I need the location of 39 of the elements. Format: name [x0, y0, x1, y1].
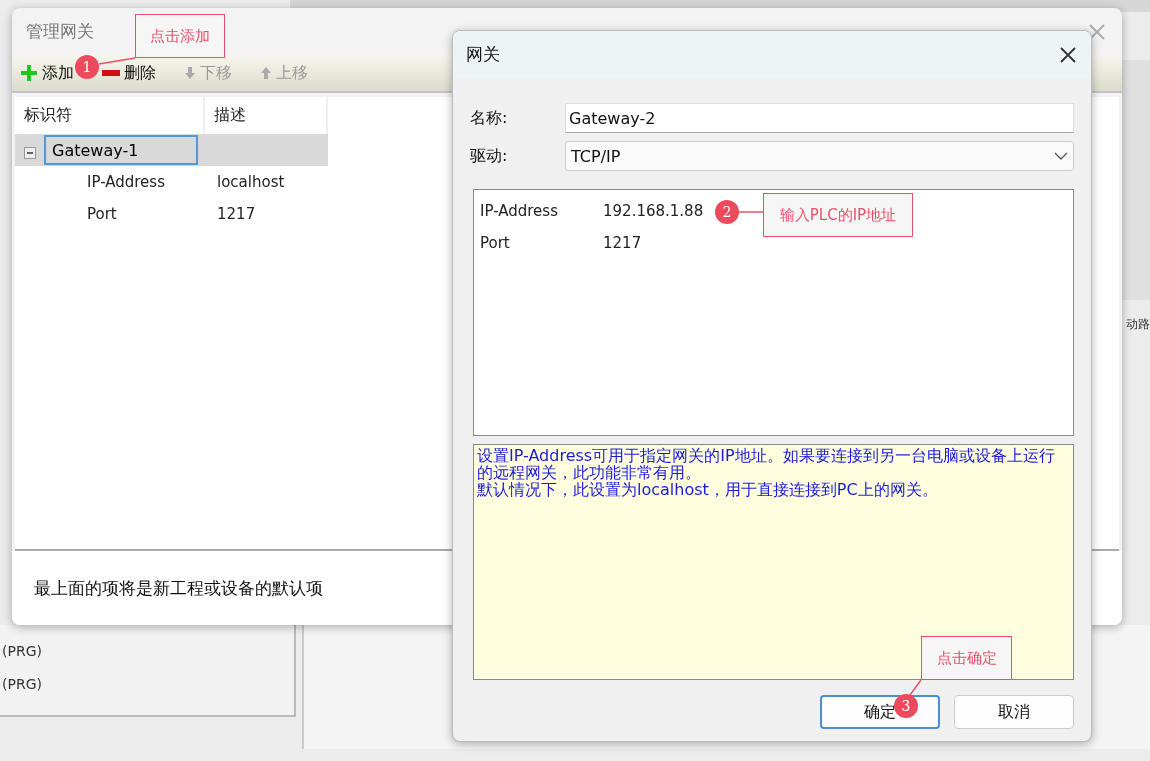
minus-icon	[102, 70, 120, 76]
tree-item-value: localhost	[217, 173, 285, 191]
tree-item-label: IP-Address	[87, 173, 166, 191]
leader-line	[739, 212, 763, 213]
field-label: 驱动:	[470, 145, 509, 167]
toolbar-button[interactable]: 删除	[102, 62, 156, 84]
help-text: 设置IP-Address可用于指定网关的IP地址。如果要连接到另一台电脑或设备上运行的远程网关，此功能非常有用。	[477, 447, 1056, 481]
leader-line	[910, 680, 921, 695]
tree-item-label: Gateway-1	[44, 135, 198, 165]
down-arrow-icon	[184, 67, 196, 79]
callout-label: 点击确定	[921, 636, 1012, 680]
collapse-icon[interactable]	[24, 147, 36, 159]
cancel-button[interactable]: 取消	[954, 695, 1074, 729]
parameter-name: Port	[480, 234, 511, 252]
window-title: 管理网关	[26, 20, 94, 43]
close-icon	[1088, 22, 1106, 41]
parameter-name: IP-Address	[480, 202, 559, 220]
dialog-title: 网关	[466, 43, 500, 66]
callout-label: 输入PLC的IP地址	[763, 193, 913, 237]
panel-text: 动路	[1126, 316, 1150, 333]
tree-row[interactable]: Gateway-1	[15, 134, 328, 166]
tree-item-value: 1217	[217, 205, 256, 223]
name-input[interactable]: Gateway-2	[565, 103, 1074, 133]
parameter-value[interactable]: 192.168.1.88	[603, 202, 704, 220]
field-label: 名称:	[470, 107, 509, 129]
tree-item-label: Port	[87, 205, 118, 223]
hint-text: 最上面的项将是新工程或设备的默认项	[34, 576, 323, 600]
list-text: (PRG)	[2, 643, 42, 659]
driver-select[interactable]: TCP/IP	[565, 141, 1074, 171]
chevron-down-icon	[1054, 152, 1068, 160]
plus-icon	[20, 64, 38, 82]
list-text: (PRG)	[2, 676, 42, 692]
parameter-value[interactable]: 1217	[603, 234, 642, 252]
help-text: 默认情况下，此设置为localhost，用于直接连接到PC上的网关。	[477, 481, 939, 498]
close-icon	[1059, 45, 1077, 64]
toolbar-button[interactable]: 添加	[20, 62, 74, 84]
leader-line	[99, 58, 135, 64]
callout-label: 点击添加	[135, 14, 225, 58]
up-arrow-icon	[260, 67, 272, 79]
